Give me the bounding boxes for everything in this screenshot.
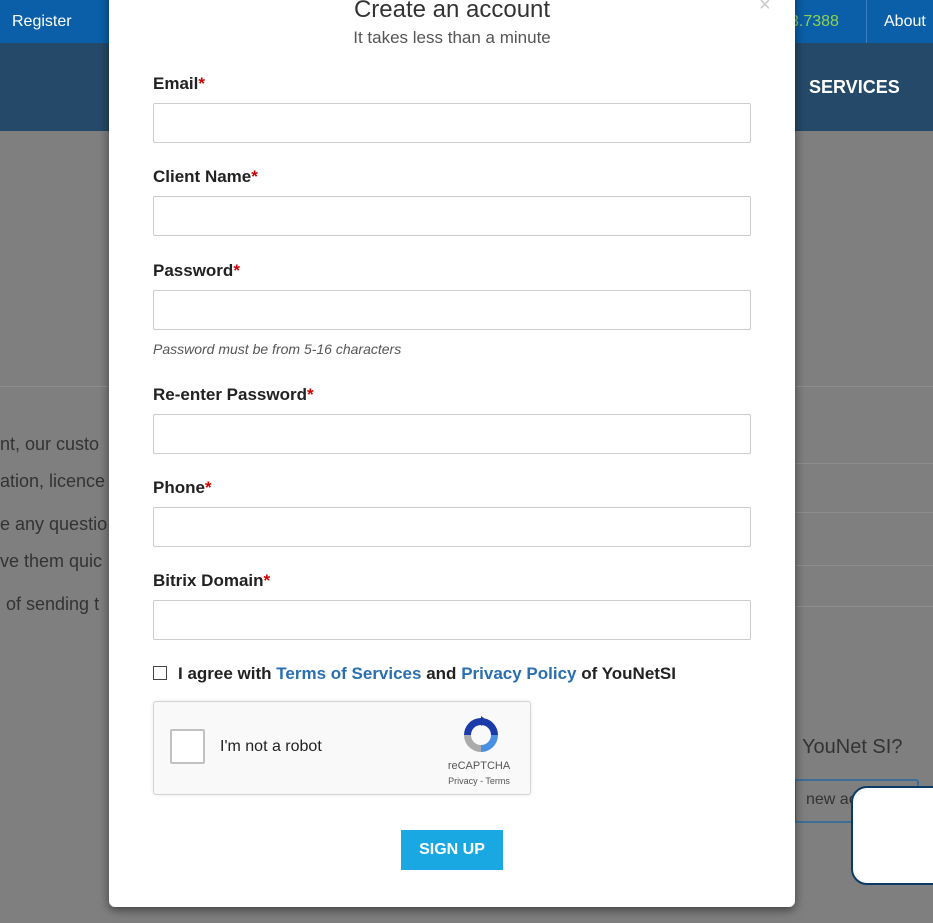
required-mark: * [263,571,271,590]
recaptcha-label: I'm not a robot [220,738,322,755]
bitrix-domain-label: Bitrix Domain* [153,571,271,590]
phone-number[interactable]: 3.7388 [790,13,839,31]
recaptcha-checkbox[interactable] [170,729,205,764]
background-text: ve them quic [0,551,103,571]
phone-label: Phone* [153,478,212,497]
agree-suffix: of YouNetSI [581,664,676,683]
password-hint: Password must be from 5-16 characters [153,341,402,357]
signup-modal: × Create an account It takes less than a… [109,0,795,907]
background-text: e any questio [0,514,108,534]
sign-up-button[interactable]: SIGN UP [401,830,503,870]
divider [790,606,933,607]
nav-services[interactable]: SERVICES [809,77,900,98]
terms-link[interactable]: Terms of Services [276,664,421,683]
register-link[interactable]: Register [12,13,72,31]
background-question: YouNet SI? [802,736,903,758]
password-field[interactable] [153,290,751,330]
required-mark: * [204,478,212,497]
password-label: Password* [153,261,240,280]
agree-checkbox[interactable] [153,666,167,680]
email-field[interactable] [153,103,751,143]
background-text: ation, licence [0,471,106,491]
client-name-field[interactable] [153,196,751,236]
modal-subtitle: It takes less than a minute [353,28,551,47]
background-text: nt, our custo [0,434,100,454]
recaptcha-icon [464,716,498,752]
required-mark: * [251,167,258,186]
client-name-label: Client Name* [153,167,258,186]
agree-prefix: I agree with [178,664,272,683]
reenter-password-field[interactable] [153,414,751,454]
recaptcha-links[interactable]: Privacy - Terms [428,776,530,786]
about-link[interactable]: About [884,13,926,31]
email-label: Email* [153,74,205,93]
privacy-link[interactable]: Privacy Policy [461,664,576,683]
top-divider [866,0,867,43]
required-mark: * [198,74,205,93]
bitrix-domain-field[interactable] [153,600,751,640]
recaptcha-brand: reCAPTCHA [447,760,511,772]
phone-field[interactable] [153,507,751,547]
required-mark: * [307,385,314,404]
divider [790,512,933,513]
modal-title: Create an account [353,0,551,23]
agree-text: I agree with Terms of Services and Priva… [178,664,676,684]
reenter-password-label: Re-enter Password* [153,385,314,404]
divider [790,565,933,566]
divider [790,463,933,464]
chat-widget[interactable] [851,786,933,885]
recaptcha-widget: I'm not a robot reCAPTCHA Privacy - Term… [153,701,531,795]
background-text: of sending t [6,594,100,614]
required-mark: * [233,261,240,280]
agree-and: and [426,664,457,683]
